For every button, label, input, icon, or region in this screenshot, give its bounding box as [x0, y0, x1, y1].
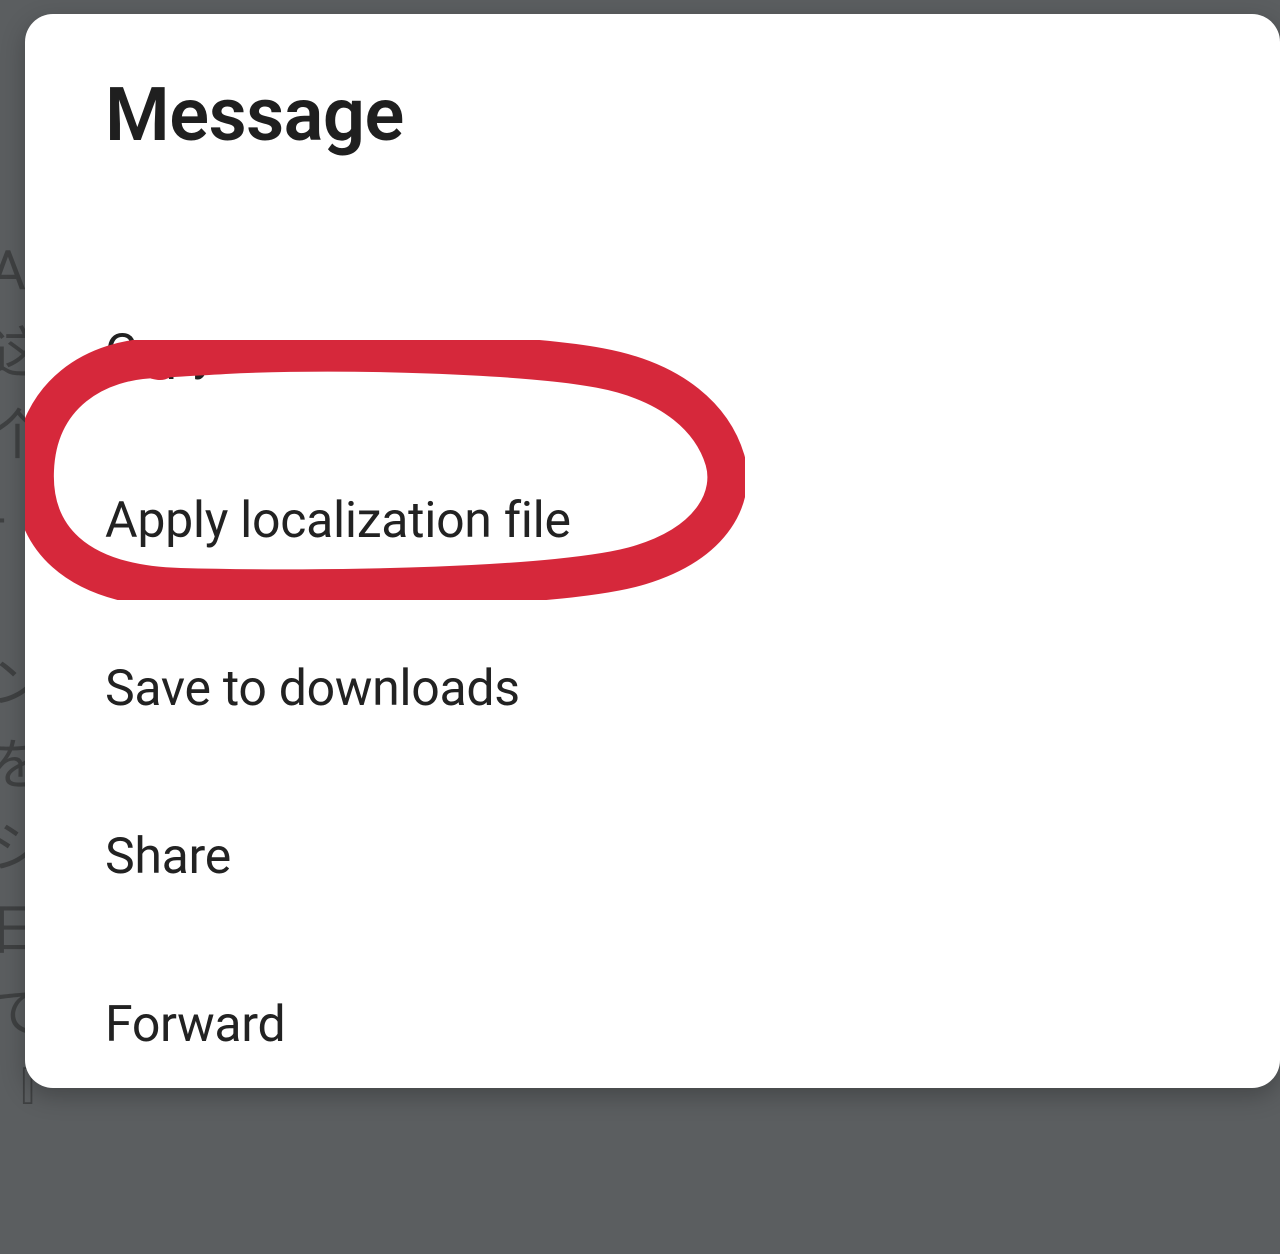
menu-item-forward[interactable]: Forward [25, 941, 1280, 1109]
menu-item-label: Forward [105, 996, 285, 1054]
menu-item-share[interactable]: Share [25, 773, 1280, 941]
menu-item-save-to-downloads[interactable]: Save to downloads [25, 605, 1280, 773]
dialog-title: Message [105, 72, 1280, 159]
menu-item-label: Copy [105, 324, 216, 382]
menu-item-label: Share [105, 828, 231, 886]
menu-item-copy[interactable]: Copy [25, 269, 1280, 437]
menu-item-apply-localization[interactable]: Apply localization file [25, 437, 1280, 605]
menu-list: Copy Apply localization file Save to dow… [25, 269, 1280, 1109]
context-menu-dialog: Message Copy Apply localization file Sav… [25, 14, 1280, 1088]
menu-item-label: Save to downloads [105, 660, 520, 718]
menu-item-label: Apply localization file [105, 492, 571, 550]
